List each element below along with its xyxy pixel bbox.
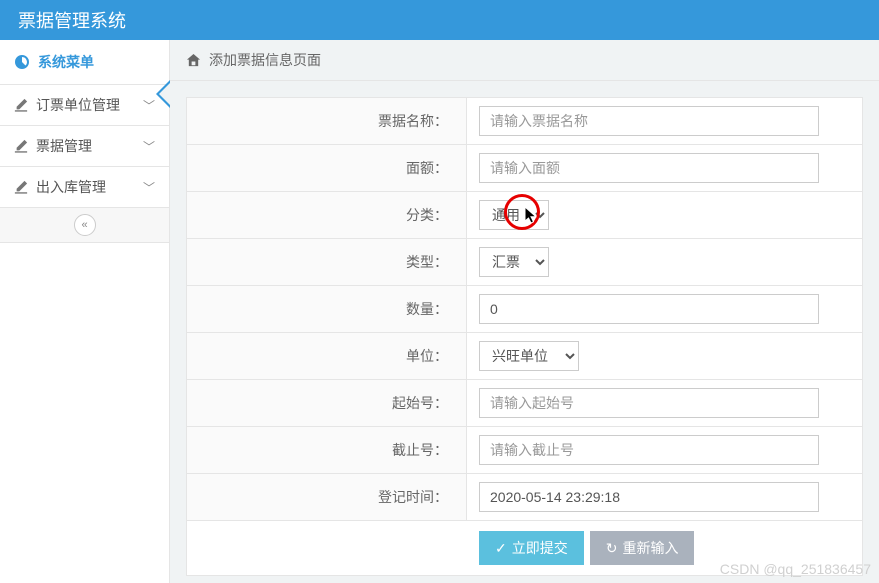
row-category: 分类： 通用 [187,192,862,239]
edit-icon [14,98,28,112]
select-type[interactable]: 汇票 [479,247,549,277]
row-register-time: 登记时间： [187,474,862,521]
chevron-down-icon: ﹀ [143,97,155,114]
row-amount: 面额： [187,145,862,192]
home-icon [186,53,201,68]
sidebar-item-booking-unit[interactable]: 订票单位管理 ﹀ [0,85,169,126]
label-quantity: 数量： [187,286,467,332]
chevron-down-icon: ﹀ [143,138,155,155]
row-bill-name: 票据名称： [187,98,862,145]
dashboard-icon [14,54,30,70]
sidebar-item-label: 出入库管理 [36,177,106,197]
sidebar-item-bill-mgmt[interactable]: 票据管理 ﹀ [0,126,169,167]
content-area: 添加票据信息页面 票据名称： 面额： 分类： [170,40,879,583]
input-register-time[interactable] [479,482,819,512]
label-start-no: 起始号： [187,380,467,426]
chevron-down-icon: ﹀ [143,179,155,196]
form-container: 票据名称： 面额： 分类： 通用 [170,81,879,583]
refresh-icon: ↻ [606,540,618,557]
input-start-no[interactable] [479,388,819,418]
reset-button[interactable]: ↻ 重新输入 [590,531,695,565]
sidebar-item-label: 订票单位管理 [36,95,120,115]
row-unit: 单位： 兴旺单位 [187,333,862,380]
submit-label: 立即提交 [512,538,568,558]
label-bill-name: 票据名称： [187,98,467,144]
sidebar-item-label: 票据管理 [36,136,92,156]
input-bill-name[interactable] [479,106,819,136]
sidebar-collapse-bar: « [0,208,169,243]
select-category[interactable]: 通用 [479,200,549,230]
label-register-time: 登记时间： [187,474,467,520]
edit-icon [14,180,28,194]
input-end-no[interactable] [479,435,819,465]
row-end-no: 截止号： [187,427,862,474]
sidebar-item-inout-mgmt[interactable]: 出入库管理 ﹀ [0,167,169,208]
main-layout: 系统菜单 订票单位管理 ﹀ 票据管理 ﹀ 出入库管理 ﹀ [0,40,879,583]
edit-icon [14,139,28,153]
row-start-no: 起始号： [187,380,862,427]
check-icon: ✓ [495,540,507,557]
select-unit[interactable]: 兴旺单位 [479,341,579,371]
app-header: 票据管理系统 [0,0,879,40]
row-quantity: 数量： [187,286,862,333]
double-chevron-left-icon: « [81,219,87,231]
sidebar-heading: 系统菜单 [0,40,169,85]
form-table: 票据名称： 面额： 分类： 通用 [186,97,863,576]
input-amount[interactable] [479,153,819,183]
app-title: 票据管理系统 [18,7,126,33]
label-end-no: 截止号： [187,427,467,473]
row-type: 类型： 汇票 [187,239,862,286]
submit-button[interactable]: ✓ 立即提交 [479,531,584,565]
sidebar-heading-label: 系统菜单 [38,52,94,72]
reset-label: 重新输入 [622,538,678,558]
label-unit: 单位： [187,333,467,379]
label-type: 类型： [187,239,467,285]
collapse-sidebar-button[interactable]: « [74,214,96,236]
watermark-text: CSDN @qq_251836457 [720,561,871,577]
label-category: 分类： [187,192,467,238]
active-indicator-arrow-inner [159,83,170,105]
input-quantity[interactable] [479,294,819,324]
breadcrumb: 添加票据信息页面 [170,40,879,81]
page-title: 添加票据信息页面 [209,50,321,70]
label-amount: 面额： [187,145,467,191]
sidebar: 系统菜单 订票单位管理 ﹀ 票据管理 ﹀ 出入库管理 ﹀ [0,40,170,583]
